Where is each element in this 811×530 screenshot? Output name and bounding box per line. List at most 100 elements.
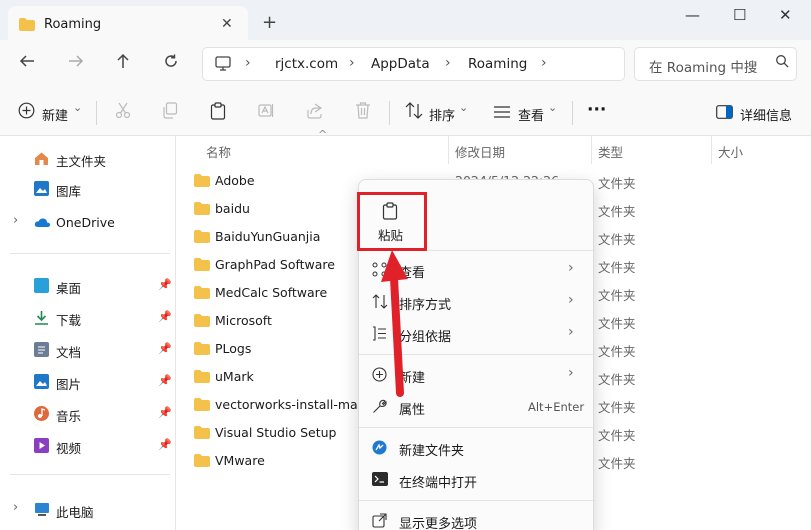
minimize-button[interactable]: —: [685, 6, 700, 24]
folder-icon: [194, 454, 210, 470]
search-box[interactable]: 在 Roaming 中搜: [634, 47, 797, 81]
sidebar-item-label: OneDrive: [56, 215, 115, 230]
share-icon[interactable]: [306, 102, 323, 122]
pin-icon[interactable]: 📌: [158, 406, 172, 419]
file-name: uMark: [215, 369, 254, 384]
close-window-button[interactable]: ✕: [779, 6, 792, 24]
file-type: 文件夹: [598, 232, 636, 247]
menu-item-label: 在终端中打开: [399, 476, 478, 491]
chevron-right-icon: ›: [568, 324, 574, 340]
new-tab-button[interactable]: +: [262, 12, 277, 33]
sidebar-item-documents[interactable]: 文档 📌: [34, 339, 174, 363]
folder-icon: [194, 286, 210, 302]
pin-icon[interactable]: 📌: [158, 278, 172, 291]
breadcrumb-roaming[interactable]: Roaming: [468, 56, 527, 72]
breadcrumb-appdata[interactable]: AppData: [371, 56, 430, 72]
pin-icon[interactable]: 📌: [158, 310, 172, 323]
folder-icon: [194, 342, 210, 358]
pictures-icon: [34, 374, 49, 389]
file-name: Adobe: [215, 173, 255, 188]
sidebar-item-label: 桌面: [56, 281, 82, 296]
cloud-icon: [34, 215, 51, 230]
sidebar-item-gallery[interactable]: 图库: [34, 178, 174, 202]
sidebar-item-pictures[interactable]: 图片 📌: [34, 371, 174, 395]
file-type: 文件夹: [598, 204, 636, 219]
column-header-name[interactable]: 名称: [206, 142, 231, 161]
folder-icon: [194, 398, 210, 414]
new-plus-icon: [18, 102, 35, 122]
file-name: BaiduYunGuanjia: [215, 229, 321, 244]
address-bar[interactable]: › rjctx.com › AppData › Roaming ›: [202, 47, 625, 81]
sidebar-item-downloads[interactable]: 下载 📌: [34, 307, 174, 331]
menu-item-open-terminal[interactable]: 在终端中打开: [359, 464, 595, 496]
file-name: GraphPad Software: [215, 257, 335, 272]
expand-chevron-icon[interactable]: ›: [13, 213, 18, 228]
delete-icon[interactable]: [355, 102, 371, 122]
sidebar-item-label: 此电脑: [56, 505, 94, 520]
command-bar: 新建 ⌄ 排序 ⌄ 查看 ⌄ ··· 详细信息: [0, 88, 811, 136]
shortcut-text: Alt+Enter: [528, 400, 585, 414]
back-arrow-icon[interactable]: [19, 53, 35, 74]
column-header-type[interactable]: 类型: [598, 142, 623, 161]
paste-icon[interactable]: [210, 102, 226, 123]
file-type: 文件夹: [598, 176, 636, 191]
sort-icon: [405, 102, 423, 122]
pin-icon[interactable]: 📌: [158, 374, 172, 387]
menu-item-more-options[interactable]: 显示更多选项: [359, 505, 595, 530]
file-name: Microsoft: [215, 313, 272, 328]
chevron-down-icon[interactable]: ⌄: [459, 101, 468, 114]
view-icon: [494, 106, 510, 121]
menu-item-new-folder[interactable]: 新建文件夹: [359, 432, 595, 464]
sidebar-item-label: 图库: [56, 184, 82, 199]
file-name: Visual Studio Setup: [215, 425, 337, 440]
new-folder-icon: [372, 440, 387, 458]
rename-icon[interactable]: [258, 102, 275, 122]
sidebar-item-videos[interactable]: 视频 📌: [34, 435, 174, 459]
column-header-size[interactable]: 大小: [718, 142, 743, 161]
refresh-icon[interactable]: [163, 53, 179, 74]
view-button[interactable]: 查看: [518, 105, 544, 124]
new-button[interactable]: 新建: [42, 105, 68, 124]
folder-icon: [194, 370, 210, 386]
copy-icon[interactable]: [162, 102, 178, 122]
music-icon: [34, 406, 49, 421]
document-icon: [34, 342, 49, 357]
breadcrumb-rjctx[interactable]: rjctx.com: [275, 56, 338, 72]
folder-icon: [194, 426, 210, 442]
wrench-icon: [372, 399, 387, 417]
chevron-right-icon: ›: [568, 260, 574, 276]
chevron-right-icon: ›: [568, 365, 574, 381]
computer-icon: [215, 56, 231, 74]
gallery-icon: [34, 181, 49, 196]
sidebar-item-onedrive[interactable]: OneDrive: [34, 212, 174, 236]
sidebar-item-label: 文档: [56, 345, 82, 360]
chevron-down-icon[interactable]: ⌄: [73, 101, 82, 114]
search-placeholder: 在 Roaming 中搜: [649, 60, 758, 76]
forward-arrow-icon[interactable]: [68, 53, 84, 74]
pin-icon[interactable]: 📌: [158, 342, 172, 355]
sort-button[interactable]: 排序: [429, 105, 455, 124]
breadcrumb-separator-icon: ›: [349, 55, 355, 71]
chevron-down-icon[interactable]: ⌄: [548, 101, 557, 114]
close-tab-icon[interactable]: ✕: [221, 16, 233, 32]
details-button[interactable]: 详细信息: [740, 105, 792, 124]
folder-icon: [194, 230, 210, 246]
pin-icon[interactable]: 📌: [158, 438, 172, 451]
file-name: PLogs: [215, 341, 252, 356]
column-header-date[interactable]: 修改日期: [455, 142, 505, 161]
file-type: 文件夹: [598, 316, 636, 331]
maximize-button[interactable]: ☐: [733, 6, 746, 24]
up-arrow-icon[interactable]: [115, 53, 131, 74]
sidebar-item-label: 图片: [56, 377, 82, 392]
sidebar-item-this-pc[interactable]: 此电脑: [34, 499, 174, 523]
download-icon: [34, 310, 49, 325]
file-type: 文件夹: [598, 288, 636, 303]
sidebar-item-home[interactable]: 主文件夹: [34, 148, 174, 172]
folder-icon: [194, 258, 210, 274]
file-type: 文件夹: [598, 372, 636, 387]
expand-chevron-icon[interactable]: ›: [13, 500, 18, 515]
more-options-button[interactable]: ···: [587, 100, 606, 120]
cut-icon[interactable]: [115, 102, 131, 122]
sidebar-item-desktop[interactable]: 桌面 📌: [34, 275, 174, 299]
sidebar-item-music[interactable]: 音乐 📌: [34, 403, 174, 427]
